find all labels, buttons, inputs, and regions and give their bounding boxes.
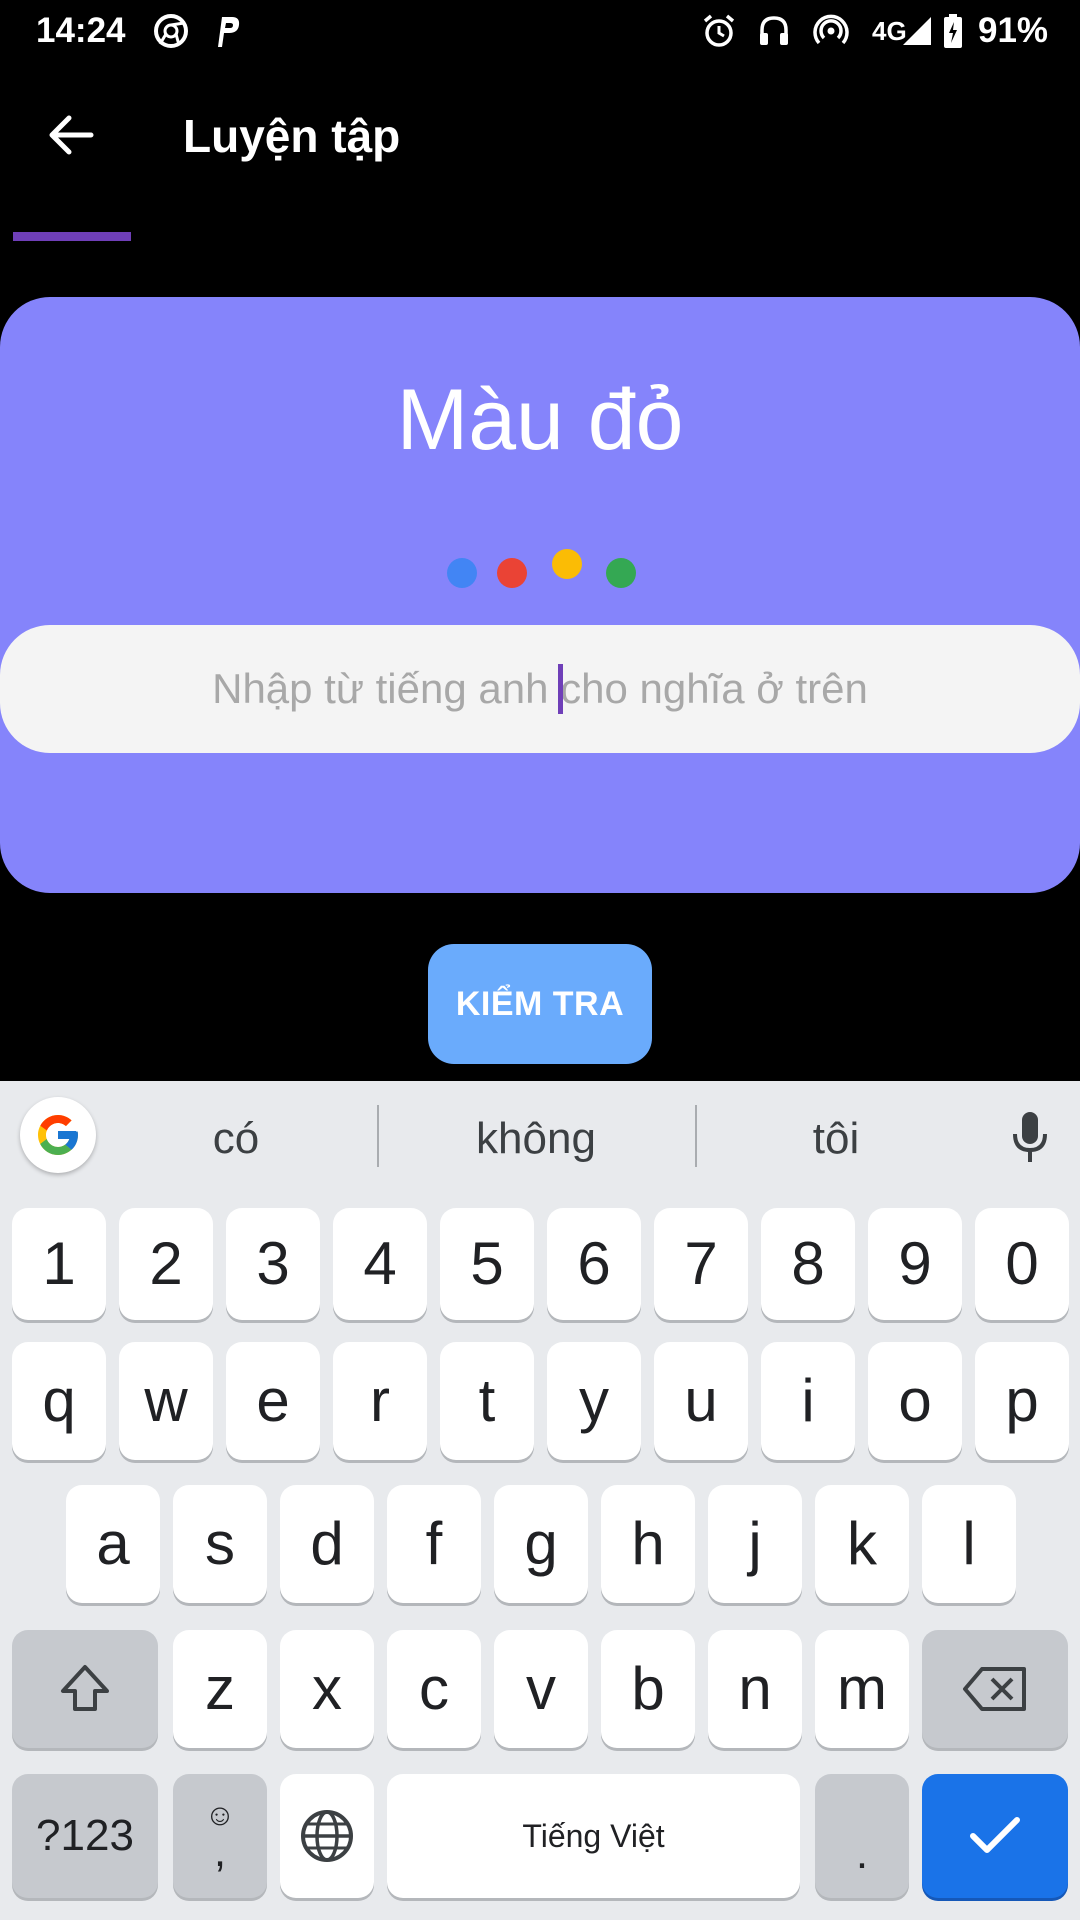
key-n[interactable]: n [708,1630,802,1748]
key-5[interactable]: 5 [440,1208,534,1320]
key-6[interactable]: 6 [547,1208,641,1320]
backspace-icon [963,1667,1026,1711]
arrow-back-icon [49,115,94,155]
key-e[interactable]: e [226,1342,320,1460]
key-c[interactable]: c [387,1630,481,1748]
backspace-key[interactable] [922,1630,1068,1748]
battery-icon [938,12,968,50]
key-k[interactable]: k [815,1485,909,1603]
key-x[interactable]: x [280,1630,374,1748]
check-button[interactable]: KIỂM TRA [428,944,652,1064]
voice-input-button[interactable] [1005,1107,1055,1169]
hotspot-icon [812,12,850,50]
back-button[interactable] [36,100,106,170]
period-key[interactable]: . [815,1774,909,1898]
globe-icon [301,1810,353,1862]
battery-percentage: 91% [978,11,1049,50]
symbols-key[interactable]: ?123 [12,1774,158,1898]
parking-icon [208,12,246,50]
key-r[interactable]: r [333,1342,427,1460]
key-l[interactable]: l [922,1485,1016,1603]
key-1[interactable]: 1 [12,1208,106,1320]
key-m[interactable]: m [815,1630,909,1748]
key-s[interactable]: s [173,1485,267,1603]
alarm-icon [700,12,738,50]
checkmark-icon [970,1817,1020,1853]
signal-icon [898,12,936,50]
key-v[interactable]: v [494,1630,588,1748]
key-8[interactable]: 8 [761,1208,855,1320]
key-b[interactable]: b [601,1630,695,1748]
language-key[interactable] [280,1774,374,1898]
comma-label: , [213,1827,227,1876]
key-d[interactable]: d [280,1485,374,1603]
suggestion-2[interactable]: không [400,1110,672,1168]
key-t[interactable]: t [440,1342,534,1460]
key-2[interactable]: 2 [119,1208,213,1320]
key-4[interactable]: 4 [333,1208,427,1320]
key-w[interactable]: w [119,1342,213,1460]
google-g-icon [38,1115,78,1155]
key-f[interactable]: f [387,1485,481,1603]
suggestion-1[interactable]: có [150,1110,322,1168]
status-time: 14:24 [36,11,126,50]
key-7[interactable]: 7 [654,1208,748,1320]
answer-input-container[interactable] [0,625,1080,753]
key-o[interactable]: o [868,1342,962,1460]
progress-indicator [13,232,131,241]
key-p[interactable]: p [975,1342,1069,1460]
loading-dot-red [497,558,527,588]
key-y[interactable]: y [547,1342,641,1460]
shift-icon [61,1665,109,1711]
key-h[interactable]: h [601,1485,695,1603]
page-title: Luyện tập [183,110,401,162]
suggestion-3[interactable]: tôi [720,1110,952,1168]
key-j[interactable]: j [708,1485,802,1603]
answer-input[interactable] [0,625,1080,753]
chrome-icon [152,12,190,50]
shift-key[interactable] [12,1630,158,1748]
loading-dot-green [606,558,636,588]
key-3[interactable]: 3 [226,1208,320,1320]
mic-icon [1013,1112,1047,1162]
space-key[interactable]: Tiếng Việt [387,1774,800,1898]
key-g[interactable]: g [494,1485,588,1603]
suggestion-divider [377,1105,379,1167]
key-z[interactable]: z [173,1630,267,1748]
suggestion-divider [695,1105,697,1167]
text-cursor [558,664,563,714]
key-9[interactable]: 9 [868,1208,962,1320]
enter-key[interactable] [922,1774,1068,1898]
key-a[interactable]: a [66,1485,160,1603]
key-0[interactable]: 0 [975,1208,1069,1320]
loading-dot-blue [447,558,477,588]
google-button[interactable] [20,1097,96,1173]
key-u[interactable]: u [654,1342,748,1460]
comma-key[interactable]: ☺ , [173,1774,267,1898]
key-q[interactable]: q [12,1342,106,1460]
key-i[interactable]: i [761,1342,855,1460]
loading-dot-yellow [552,549,582,579]
headset-icon [755,12,793,50]
question-word: Màu đỏ [396,372,684,468]
